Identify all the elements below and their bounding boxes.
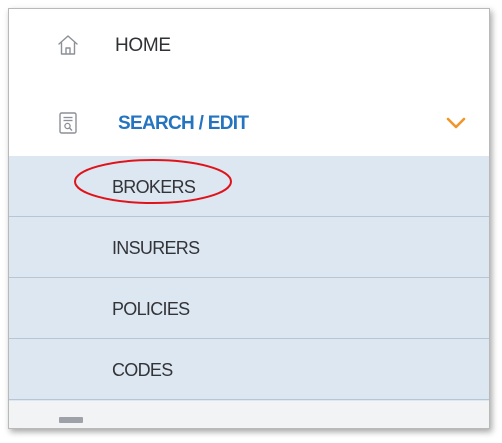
search-edit-submenu: BROKERS INSURERS POLICIES CODES	[9, 156, 489, 412]
partial-icon	[59, 417, 83, 423]
submenu-item-insurers[interactable]: INSURERS	[9, 217, 489, 278]
submenu-item-codes[interactable]: CODES	[9, 339, 489, 400]
submenu-item-label: POLICIES	[112, 299, 190, 319]
submenu-item-brokers[interactable]: BROKERS	[9, 156, 489, 217]
nav-item-search-edit[interactable]: SEARCH / EDIT	[9, 82, 489, 156]
nav-item-search-edit-label: SEARCH / EDIT	[118, 113, 249, 134]
submenu-item-label: INSURERS	[112, 238, 200, 258]
next-nav-item-partial	[9, 401, 489, 428]
sidebar-panel: HOME SEARCH / EDIT BROKERS INSURERS POLI…	[8, 8, 490, 429]
home-icon	[58, 35, 78, 55]
search-document-icon	[59, 112, 77, 134]
nav-item-home[interactable]: HOME	[9, 9, 489, 82]
submenu-item-policies[interactable]: POLICIES	[9, 278, 489, 339]
submenu-item-label: BROKERS	[112, 177, 196, 197]
submenu-item-label: CODES	[112, 360, 173, 380]
nav-item-home-label: HOME	[115, 35, 171, 56]
chevron-down-icon[interactable]	[446, 116, 466, 130]
